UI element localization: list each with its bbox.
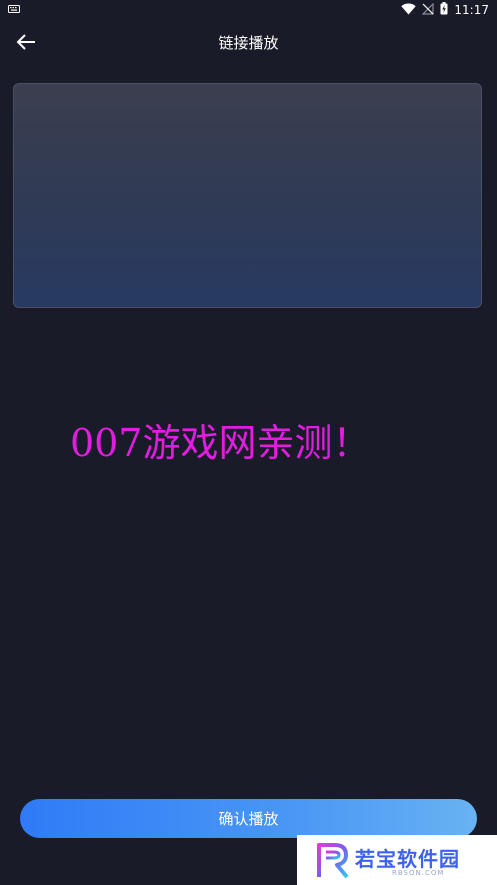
logo-text: 若宝软件园 bbox=[355, 847, 460, 871]
confirm-play-button[interactable]: 确认播放 bbox=[20, 799, 477, 838]
overlay-watermark-text: 007游戏网亲测！ bbox=[70, 421, 371, 465]
battery-charging-icon bbox=[440, 2, 448, 18]
link-input-box[interactable] bbox=[13, 83, 482, 308]
wifi-icon bbox=[401, 3, 417, 18]
rbson-logo-icon bbox=[317, 843, 349, 879]
logo-subtext: RBSON.COM bbox=[392, 869, 445, 877]
page-title: 链接播放 bbox=[218, 34, 279, 52]
status-time: 11:17 bbox=[454, 3, 489, 17]
site-watermark-logo: 若宝软件园 RBSON.COM bbox=[297, 835, 497, 885]
link-input[interactable] bbox=[14, 84, 481, 307]
signal-off-icon bbox=[421, 2, 435, 18]
app-bar: 链接播放 bbox=[0, 22, 497, 62]
status-bar: 11:17 bbox=[0, 0, 497, 20]
keyboard-icon bbox=[8, 3, 20, 17]
